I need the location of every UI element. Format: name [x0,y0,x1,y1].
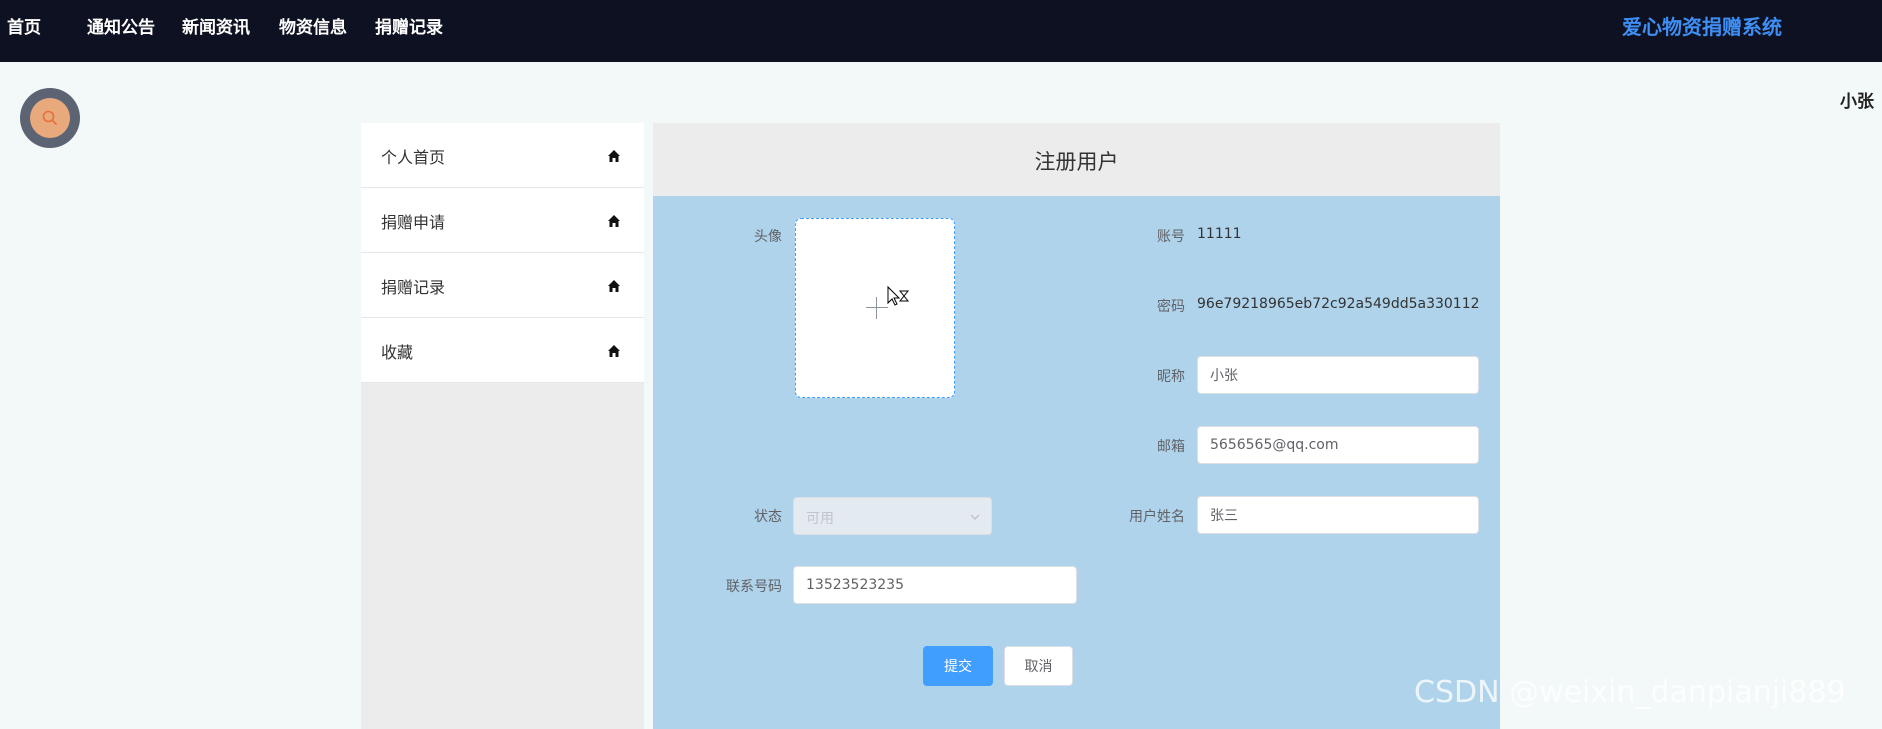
avatar-label: 头像 [754,229,782,245]
house-icon [608,345,620,357]
search-icon-background [30,98,70,138]
watermark: CSDN @weixin_danpianji889 [1414,675,1846,710]
email-label: 邮箱 [1157,439,1185,455]
plus-icon-v [876,297,877,319]
realname-label: 用户姓名 [1129,509,1185,525]
cancel-button[interactable]: 取消 [1004,646,1073,686]
submit-button[interactable]: 提交 [923,646,993,686]
nav-notices[interactable]: 通知公告 [87,13,155,38]
nickname-input[interactable] [1197,356,1479,394]
phone-label: 联系号码 [726,579,782,595]
house-icon [608,215,620,227]
nav-home[interactable]: 首页 [7,13,41,38]
current-user-name[interactable]: 小张 [1840,87,1874,112]
account-label: 账号 [1157,229,1185,245]
sidebar-item-donation-apply[interactable]: 捐赠申请 [361,188,644,253]
page-title: 注册用户 [1034,150,1119,174]
realname-input[interactable] [1197,496,1479,534]
sidebar-item-profile-home[interactable]: 个人首页 [361,123,644,188]
status-select[interactable]: 可用 [793,497,992,535]
status-select-value: 可用 [806,511,834,527]
nav-news[interactable]: 新闻资讯 [182,13,250,38]
sidebar-item-label: 捐赠记录 [381,278,446,297]
form-header: 注册用户 [653,123,1500,196]
sidebar-item-favorites[interactable]: 收藏 [361,318,644,383]
top-nav-bar: 首页 通知公告 新闻资讯 物资信息 捐赠记录 爱心物资捐赠系统 [0,0,1882,62]
nav-supplies[interactable]: 物资信息 [279,13,347,38]
busy-cursor-icon [887,285,910,306]
nav-donation-records[interactable]: 捐赠记录 [375,13,443,38]
plus-icon-h [866,307,888,308]
avatar-upload[interactable] [795,218,955,398]
status-label: 状态 [754,509,782,525]
house-icon [608,150,620,162]
sidebar-item-label: 捐赠申请 [381,213,446,232]
email-input[interactable] [1197,426,1479,464]
nickname-label: 昵称 [1157,369,1185,385]
brand-title: 爱心物资捐赠系统 [1622,15,1782,39]
search-icon [42,110,57,125]
chevron-down-icon [970,514,980,520]
password-label: 密码 [1157,299,1185,315]
search-button[interactable] [20,88,80,148]
password-value: 96e79218965eb72c92a549dd5a330112 [1197,296,1480,312]
house-icon [608,280,620,292]
sidebar-item-donation-records[interactable]: 捐赠记录 [361,253,644,318]
sidebar-item-label: 收藏 [381,343,414,362]
account-value: 11111 [1197,226,1242,242]
sidebar: 个人首页 捐赠申请 捐赠记录 收藏 [361,123,644,729]
phone-input[interactable] [793,566,1077,604]
sidebar-item-label: 个人首页 [381,148,446,167]
